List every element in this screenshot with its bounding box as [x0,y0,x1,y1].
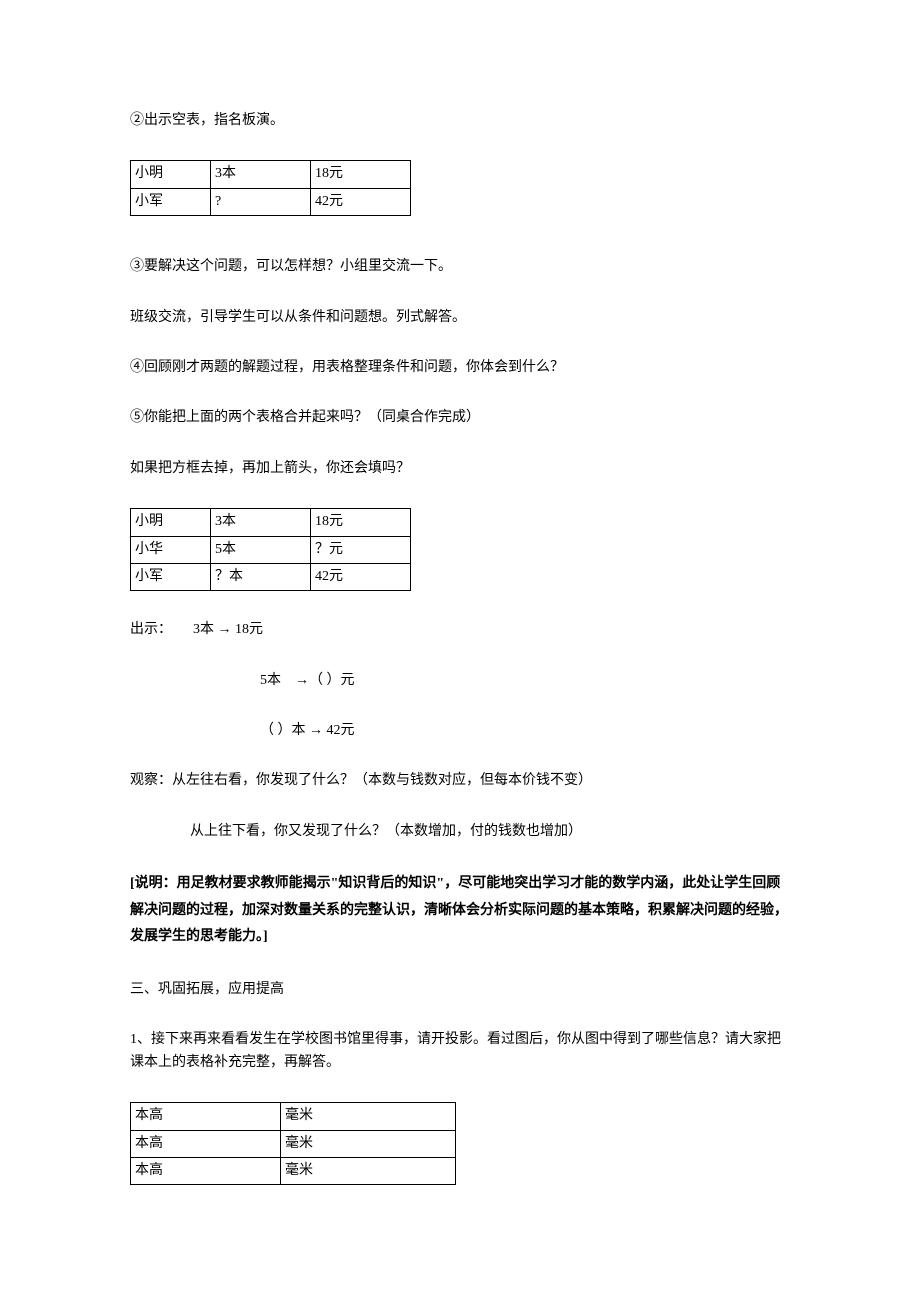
paragraph-observe-lr: 观察：从左往右看，你发现了什么？（本数与钱数对应，但每本价钱不变） [130,770,790,792]
cell-name: 小华 [131,536,211,563]
cell-price: 18元 [311,161,411,188]
table-row: 本高 毫米 [131,1103,456,1130]
cell-height-label: 本高 [131,1103,281,1130]
table-2: 小明 3本 18元 小华 5本 ？元 小军 ？本 42元 [130,508,411,591]
cell-height-label: 本高 [131,1130,281,1157]
table-row: 小军 ? 42元 [131,188,411,215]
table-row: 小军 ？本 42元 [131,563,411,590]
cell-price: ？元 [311,536,411,563]
cell-unit: 毫米 [281,1157,456,1184]
table-row: 本高 毫米 [131,1130,456,1157]
cell-qty: ? [211,188,311,215]
paragraph-show-arrow-3: （ ）本 → 42元 [260,720,790,742]
cell-price: 18元 [311,509,411,536]
table-row: 小华 5本 ？元 [131,536,411,563]
paragraph-remove-frame: 如果把方框去掉，再加上箭头，你还会填吗？ [130,458,790,480]
table-1: 小明 3本 18元 小军 ? 42元 [130,160,411,216]
cell-qty: 3本 [211,161,311,188]
table-row: 小明 3本 18元 [131,161,411,188]
cell-qty: 5本 [211,536,311,563]
cell-name: 小军 [131,188,211,215]
cell-name: 小明 [131,161,211,188]
cell-price: 42元 [311,188,411,215]
cell-price: 42元 [311,563,411,590]
section-heading-3: 三、巩固拓展，应用提高 [130,979,790,1001]
paragraph-step-5: ⑤你能把上面的两个表格合并起来吗？（同桌合作完成） [130,407,790,429]
paragraph-class-discuss: 班级交流，引导学生可以从条件和问题想。列式解答。 [130,307,790,329]
cell-name: 小军 [131,563,211,590]
cell-height-label: 本高 [131,1157,281,1184]
cell-qty: ？本 [211,563,311,590]
paragraph-show-arrow-2: 5本 →（ ）元 [260,670,790,692]
cell-name: 小明 [131,509,211,536]
paragraph-step-3: ③要解决这个问题，可以怎样想？小组里交流一下。 [130,256,790,278]
paragraph-show-arrow-1: 出示： 3本 → 18元 [130,619,790,641]
paragraph-step-2: ②出示空表，指名板演。 [130,110,790,132]
paragraph-observe-tb: 从上往下看，你又发现了什么？（本数增加，付的钱数也增加） [190,821,790,843]
cell-unit: 毫米 [281,1103,456,1130]
table-row: 小明 3本 18元 [131,509,411,536]
cell-qty: 3本 [211,509,311,536]
paragraph-exercise-1: 1、接下来再来看看发生在学校图书馆里得事，请开投影。看过图后，你从图中得到了哪些… [130,1029,790,1074]
paragraph-step-4: ④回顾刚才两题的解题过程，用表格整理条件和问题，你体会到什么？ [130,357,790,379]
paragraph-explanation: [说明：用足教材要求教师能揭示"知识背后的知识"，尽可能地突出学习才能的数学内涵… [130,871,790,951]
table-row: 本高 毫米 [131,1157,456,1184]
table-3: 本高 毫米 本高 毫米 本高 毫米 [130,1102,456,1185]
cell-unit: 毫米 [281,1130,456,1157]
